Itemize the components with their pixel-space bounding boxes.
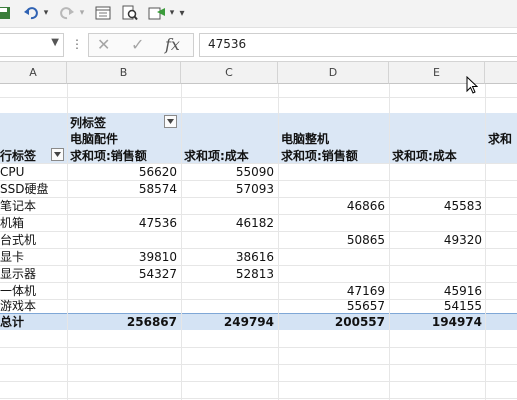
total-label: 总计 xyxy=(0,315,25,329)
value-cell[interactable]: 55657 xyxy=(300,298,385,314)
value-cell[interactable]: 50865 xyxy=(300,232,385,248)
more-options-icon[interactable]: ⋮ xyxy=(71,37,83,51)
column-header-d[interactable]: D xyxy=(278,62,389,84)
row-label: 机箱 xyxy=(0,216,25,230)
row-label: 游戏本 xyxy=(0,299,37,313)
row-filter-button[interactable] xyxy=(51,148,64,161)
measure-header: 求和项:销售额 xyxy=(281,149,358,163)
row-label: 显示器 xyxy=(0,267,37,281)
value-cell[interactable]: 39810 xyxy=(100,249,177,265)
mouse-cursor-icon xyxy=(466,75,479,98)
redo-icon[interactable] xyxy=(56,3,78,23)
undo-dropdown-icon[interactable]: ▾ xyxy=(41,3,51,23)
measure-header: 求和项:成本 xyxy=(392,149,457,163)
total-cell[interactable]: 194974 xyxy=(400,314,482,330)
value-cell[interactable]: 38616 xyxy=(195,249,274,265)
name-box[interactable]: ▼ xyxy=(0,33,64,57)
value-cell[interactable]: 54327 xyxy=(100,266,177,282)
column-header-a[interactable]: A xyxy=(0,62,67,84)
group-header-machines: 电脑整机 xyxy=(281,132,330,146)
value-cell[interactable]: 55090 xyxy=(195,164,274,180)
row-label: 显卡 xyxy=(0,250,25,264)
total-cell[interactable]: 200557 xyxy=(300,314,385,330)
value-cell[interactable]: 49320 xyxy=(400,232,482,248)
find-icon[interactable] xyxy=(120,3,140,23)
measure-header: 求和项:销售额 xyxy=(70,149,147,163)
confirm-icon[interactable]: ✓ xyxy=(131,35,144,54)
value-cell[interactable]: 54155 xyxy=(400,298,482,314)
group-header-total: 求和 xyxy=(488,132,513,146)
value-cell[interactable]: 45583 xyxy=(400,198,482,214)
row-label: 笔记本 xyxy=(0,199,37,213)
formula-bar: ▼ ⋮ ✕ ✓ fx 47536 xyxy=(0,28,517,62)
undo-icon[interactable] xyxy=(20,3,42,23)
sheet-grid[interactable]: 列标签 电脑配件 电脑整机 求和 行标签 求和项:销售额 求和项:成本 求和项:… xyxy=(0,84,517,400)
value-cell[interactable]: 46182 xyxy=(195,215,274,231)
redo-dropdown-icon[interactable]: ▾ xyxy=(77,3,87,23)
value-cell[interactable]: 47536 xyxy=(100,215,177,231)
value-cell[interactable]: 45916 xyxy=(400,283,482,299)
row-label: 台式机 xyxy=(0,233,37,247)
pivot-column-label: 列标签 xyxy=(70,116,107,130)
measure-header: 求和项:成本 xyxy=(184,149,249,163)
column-header-b[interactable]: B xyxy=(67,62,181,84)
share-dropdown-icon[interactable]: ▾ xyxy=(167,3,177,23)
row-label: 一体机 xyxy=(0,284,37,298)
name-box-dropdown-icon[interactable]: ▼ xyxy=(51,37,59,48)
customize-toolbar-icon[interactable]: ▾ xyxy=(177,3,187,23)
column-header-f[interactable] xyxy=(485,62,517,84)
value-cell[interactable]: 47169 xyxy=(300,283,385,299)
formula-value: 47536 xyxy=(208,37,247,51)
formula-buttons: ✕ ✓ fx xyxy=(88,33,194,57)
value-cell[interactable]: 58574 xyxy=(100,181,177,197)
save-icon[interactable] xyxy=(0,3,12,23)
column-filter-button[interactable] xyxy=(164,115,177,128)
group-header-accessories: 电脑配件 xyxy=(70,132,119,146)
quick-access-toolbar: ▾ ▾ ▾ ▾ xyxy=(0,0,517,28)
column-header-c[interactable]: C xyxy=(181,62,278,84)
formula-input[interactable]: 47536 xyxy=(199,33,517,57)
pivot-row-label: 行标签 xyxy=(0,149,37,163)
cancel-icon[interactable]: ✕ xyxy=(97,35,110,54)
value-cell[interactable]: 56620 xyxy=(100,164,177,180)
row-label: CPU xyxy=(0,165,25,179)
total-cell[interactable]: 249794 xyxy=(195,314,274,330)
value-cell[interactable]: 57093 xyxy=(195,181,274,197)
print-preview-icon[interactable] xyxy=(93,3,113,23)
insert-function-icon[interactable]: fx xyxy=(165,35,180,54)
row-label: SSD硬盘 xyxy=(0,182,49,196)
total-cell[interactable]: 256867 xyxy=(100,314,177,330)
value-cell[interactable]: 52813 xyxy=(195,266,274,282)
value-cell[interactable]: 46866 xyxy=(300,198,385,214)
share-icon[interactable] xyxy=(146,3,168,23)
